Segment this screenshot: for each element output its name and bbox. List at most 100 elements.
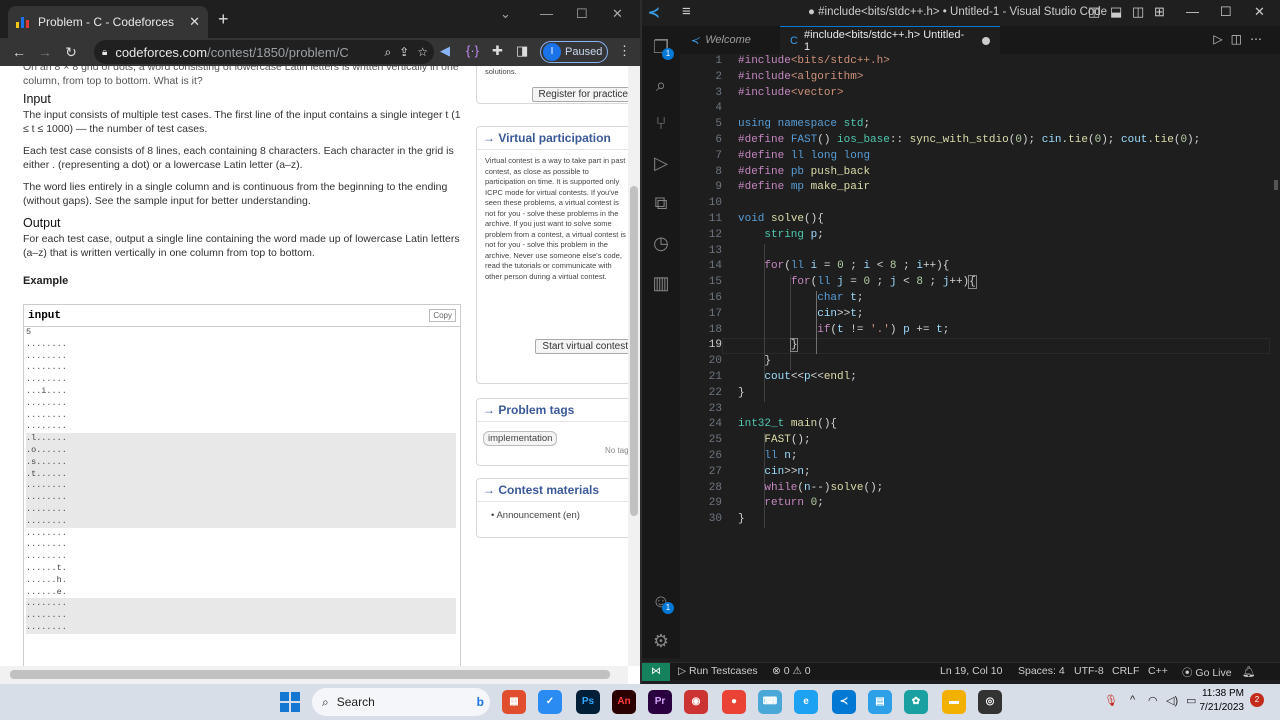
testing-icon[interactable]: ▥ <box>642 266 680 300</box>
search-magnifier-icon: ⌕ <box>322 694 329 709</box>
more-actions-icon[interactable]: ⋯ <box>1250 32 1270 46</box>
split-editor-icon[interactable]: ◫ <box>1231 32 1250 46</box>
browser-minimize-icon[interactable]: — <box>540 6 553 21</box>
remote-explorer-icon[interactable]: ◷ <box>642 226 680 260</box>
bookmark-star-icon[interactable]: ☆ <box>417 45 428 59</box>
vscode-close-icon[interactable]: ✕ <box>1254 4 1265 20</box>
problems-indicator[interactable]: ⊗ 0 ⚠ 0 <box>772 665 811 677</box>
remote-indicator-icon[interactable]: ⋈ <box>642 663 670 681</box>
volume-icon[interactable]: ◁) <box>1166 694 1178 707</box>
address-bar[interactable]: 🔒︎ codeforces.com/contest/1850/problem/C… <box>94 40 434 64</box>
vscode-minimize-icon[interactable]: — <box>1186 4 1199 19</box>
browser-window: Problem - C - Codeforces ✕ + ⌄ — ☐ ✕ ← →… <box>0 0 640 684</box>
extension-arrow-icon[interactable]: ◀ <box>440 43 450 59</box>
settings-gear-icon[interactable]: ⚙ <box>642 624 680 658</box>
tag-implementation[interactable]: implementation <box>483 431 558 446</box>
customize-layout-icon[interactable]: ⊞ <box>1154 4 1165 20</box>
line-number: 4 <box>715 102 722 115</box>
announcement-link[interactable]: Announcement (en) <box>496 510 579 521</box>
taskbar-search[interactable]: ⌕ Search b <box>312 688 490 716</box>
line-number: 24 <box>708 418 722 431</box>
code-editor[interactable]: 1 2 3 4 5 6 7 8 9 10 11 12 13 14 15 16 17 18 19 20 21 22 23 24 2… <box>680 54 1280 658</box>
side-panel-icon[interactable]: ◨ <box>516 43 528 59</box>
example-input-lines[interactable]: 5................................ ...i...… <box>24 327 460 634</box>
extensions-icon[interactable]: ⧉ <box>642 186 680 220</box>
toggle-panel-icon[interactable]: ⬓ <box>1110 4 1122 20</box>
encoding-indicator[interactable]: UTF-8 <box>1074 665 1104 677</box>
network-app-icon[interactable]: ✿ <box>904 690 928 714</box>
language-mode[interactable]: C++ <box>1148 665 1168 677</box>
file-explorer-icon[interactable]: ▬ <box>942 690 966 714</box>
eol-indicator[interactable]: CRLF <box>1112 665 1139 677</box>
run-testcases-button[interactable]: ▷ Run Testcases <box>678 665 758 677</box>
premiere-icon[interactable]: Pr <box>648 690 672 714</box>
accounts-icon[interactable]: ☺ 1 <box>642 584 680 618</box>
start-windows-icon[interactable] <box>280 692 300 712</box>
forward-icon[interactable]: → <box>32 44 58 60</box>
browser-maximize-icon[interactable]: ☐ <box>576 6 588 22</box>
unsaved-dot-icon[interactable] <box>982 36 990 45</box>
line-number: 14 <box>708 260 722 273</box>
example-input-line: ......e. <box>26 586 67 597</box>
toggle-sidebar-icon[interactable]: ◫ <box>1088 4 1100 20</box>
share-icon[interactable]: ⇪ <box>399 45 409 59</box>
obs-icon[interactable]: ◎ <box>978 690 1002 714</box>
minimap-slider[interactable] <box>1274 180 1278 190</box>
reload-icon[interactable]: ↻ <box>58 44 84 61</box>
profile-paused-button[interactable]: I Paused <box>540 41 608 63</box>
line-number: 30 <box>708 513 722 526</box>
microphone-icon[interactable]: 🎙︎ <box>1104 694 1118 707</box>
zoom-icon[interactable]: ⌕ <box>384 45 391 60</box>
vscode-maximize-icon[interactable]: ☐ <box>1220 4 1232 20</box>
edge-icon[interactable]: e <box>794 690 818 714</box>
search-placeholder: Search <box>336 695 375 709</box>
extension-braces-icon[interactable]: {·} <box>466 43 479 58</box>
line-number: 19 <box>708 339 722 352</box>
keyboard-app-icon[interactable]: ⌨ <box>758 690 782 714</box>
explorer-icon[interactable]: ❐ 1 <box>642 30 680 64</box>
toggle-secondary-sidebar-icon[interactable]: ◫ <box>1132 4 1144 20</box>
notifications-bell-icon[interactable]: 🔔︎ <box>1242 665 1255 678</box>
browser-menu-icon[interactable]: ⋮ <box>618 43 631 59</box>
go-live-button[interactable]: ⦿ Go Live <box>1182 665 1232 680</box>
output-paragraph: For each test case, output a single line… <box>23 233 460 259</box>
example-input-line: ........ <box>26 621 456 634</box>
vscode-taskbar-icon[interactable]: ≺ <box>832 690 856 714</box>
run-debug-icon[interactable]: ▷ <box>642 146 680 180</box>
tab-untitled-1[interactable]: C #include<bits/stdc++.h> Untitled-1 <box>780 26 1000 54</box>
profile-status: Paused <box>565 46 603 58</box>
input-paragraph-1: The input consists of multiple test case… <box>23 109 461 135</box>
taskbar-clock[interactable]: 11:38 PM 7/21/2023 <box>1190 687 1245 715</box>
new-tab-icon[interactable]: + <box>218 10 229 28</box>
chrome-icon[interactable]: ● <box>722 690 746 714</box>
page-horizontal-scrollbar[interactable] <box>0 666 628 684</box>
back-icon[interactable]: ← <box>6 44 32 60</box>
copy-button[interactable]: Copy <box>429 309 456 322</box>
show-hidden-icons-icon[interactable]: ^ <box>1130 694 1135 706</box>
indentation-indicator[interactable]: Spaces: 4 <box>1018 665 1065 677</box>
tab-welcome[interactable]: ≺ Welcome <box>680 26 780 54</box>
browser-close-icon[interactable]: ✕ <box>612 6 623 22</box>
tab-close-icon[interactable]: ✕ <box>189 14 200 30</box>
run-icon[interactable]: ▷ <box>1213 32 1230 46</box>
page-vertical-scrollbar[interactable] <box>628 66 640 666</box>
store-app-icon[interactable]: ▦ <box>502 690 526 714</box>
animate-icon[interactable]: An <box>612 690 636 714</box>
calculator-icon[interactable]: ▤ <box>868 690 892 714</box>
register-practice-button[interactable]: Register for practice <box>531 86 628 102</box>
snipping-app-icon[interactable]: ◉ <box>684 690 708 714</box>
cursor-position[interactable]: Ln 19, Col 10 <box>940 665 1002 677</box>
todo-app-icon[interactable]: ✓ <box>538 690 562 714</box>
browser-tab[interactable]: Problem - C - Codeforces ✕ <box>8 6 208 38</box>
notification-count-badge[interactable]: 2 <box>1250 693 1264 707</box>
extensions-puzzle-icon[interactable]: ✚ <box>492 43 503 59</box>
search-icon[interactable]: ⌕ <box>642 68 680 102</box>
start-virtual-contest-button[interactable]: Start virtual contest <box>535 339 628 354</box>
accounts-badge: 1 <box>662 602 674 614</box>
hamburger-menu-icon[interactable]: ≡ <box>682 3 691 20</box>
source-control-icon[interactable]: ⑂ <box>642 106 680 140</box>
photoshop-icon[interactable]: Ps <box>576 690 600 714</box>
wifi-icon[interactable]: ◠ <box>1148 694 1158 707</box>
browser-tab-search-icon[interactable]: ⌄ <box>500 6 511 22</box>
line-number: 6 <box>715 133 722 146</box>
